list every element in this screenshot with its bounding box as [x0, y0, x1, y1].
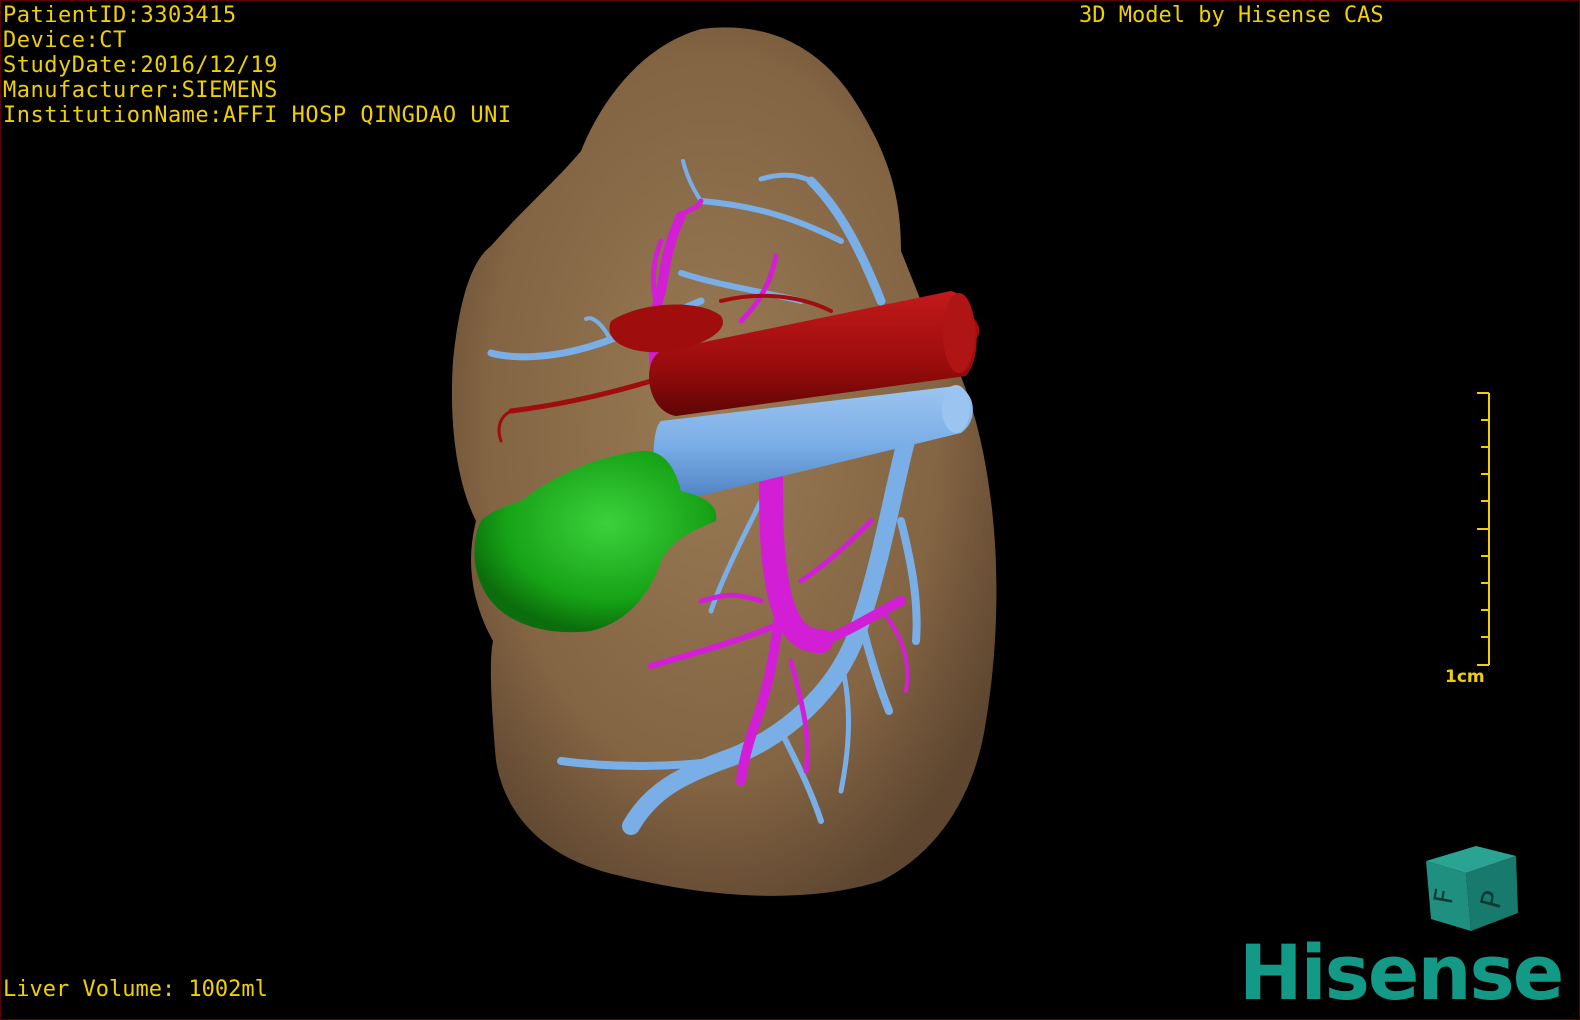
orientation-cube[interactable]: F P	[1416, 831, 1526, 941]
device: Device:CT	[3, 28, 127, 53]
institution-name: InstitutionName:AFFI HOSP QINGDAO UNI	[3, 103, 512, 128]
patient-id: PatientID:3303415	[3, 3, 237, 28]
scale-bar	[1477, 392, 1490, 666]
study-date: StudyDate:2016/12/19	[3, 53, 278, 78]
3d-viewport[interactable]: PatientID:3303415 Device:CT StudyDate:20…	[0, 0, 1580, 1020]
dicom-info-overlay: PatientID:3303415 Device:CT StudyDate:20…	[3, 3, 512, 128]
hisense-logo: Hisense	[1239, 928, 1564, 1017]
scale-bar-label: 1cm	[1445, 667, 1485, 687]
model-credit: 3D Model by Hisense CAS	[1079, 3, 1384, 28]
liver-volume: Liver Volume: 1002ml	[3, 977, 268, 1002]
liver-3d-model[interactable]	[1, 1, 1580, 1020]
manufacturer: Manufacturer:SIEMENS	[3, 78, 278, 103]
